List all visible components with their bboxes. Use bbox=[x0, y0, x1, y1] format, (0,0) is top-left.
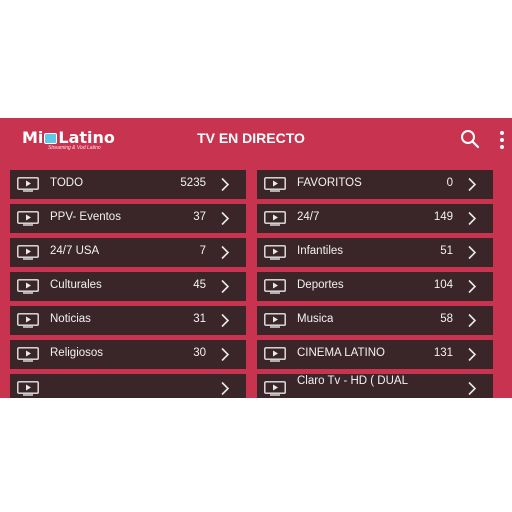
category-row[interactable]: Infantiles 51 bbox=[257, 238, 493, 267]
category-label: 24/7 bbox=[297, 211, 320, 223]
category-label: Noticias bbox=[50, 313, 91, 325]
category-count: 7 bbox=[199, 245, 206, 257]
tv-icon bbox=[17, 347, 39, 362]
category-count: 104 bbox=[433, 279, 453, 291]
top-bar: Mi Latino Streaming & Vod Latino TV EN DI… bbox=[0, 118, 512, 162]
category-label: FAVORITOS bbox=[297, 177, 362, 189]
category-row[interactable]: Religiosos 30 bbox=[10, 340, 246, 369]
tv-icon bbox=[264, 347, 286, 362]
chevron-right-icon bbox=[468, 279, 477, 294]
tv-icon bbox=[264, 177, 286, 192]
chevron-right-icon bbox=[221, 211, 230, 226]
category-label: Infantiles bbox=[297, 245, 344, 257]
category-count: 37 bbox=[193, 211, 206, 223]
tv-icon bbox=[264, 211, 286, 226]
category-row[interactable] bbox=[10, 374, 246, 398]
category-count: 31 bbox=[193, 313, 206, 325]
category-row[interactable]: FAVORITOS 0 bbox=[257, 170, 493, 199]
category-count: 149 bbox=[433, 211, 453, 223]
more-options-button[interactable] bbox=[496, 129, 508, 151]
chevron-right-icon bbox=[221, 347, 230, 362]
tv-icon bbox=[17, 211, 39, 226]
tv-icon bbox=[17, 313, 39, 328]
chevron-right-icon bbox=[221, 177, 230, 192]
category-label: Religiosos bbox=[50, 347, 104, 359]
chevron-right-icon bbox=[468, 381, 477, 396]
chevron-right-icon bbox=[221, 245, 230, 260]
category-row[interactable]: Culturales 45 bbox=[10, 272, 246, 301]
category-row[interactable]: Claro Tv - HD ( DUAL bbox=[257, 374, 493, 398]
category-label: TODO bbox=[50, 177, 84, 189]
tv-icon bbox=[264, 245, 286, 260]
category-label: CINEMA LATINO bbox=[297, 347, 385, 359]
category-row[interactable]: 24/7 USA 7 bbox=[10, 238, 246, 267]
chevron-right-icon bbox=[468, 177, 477, 192]
category-count: 58 bbox=[440, 313, 453, 325]
search-icon bbox=[461, 130, 480, 149]
category-label: Claro Tv - HD ( DUAL bbox=[297, 375, 408, 387]
chevron-right-icon bbox=[221, 279, 230, 294]
category-list-left: TODO 5235 PPV- Eventos 37 24/7 USA 7 Culturale… bbox=[10, 170, 246, 398]
page-title: TV EN DIRECTO bbox=[197, 130, 305, 146]
category-row[interactable]: Noticias 31 bbox=[10, 306, 246, 335]
category-row[interactable]: CINEMA LATINO 131 bbox=[257, 340, 493, 369]
category-label: Culturales bbox=[50, 279, 102, 291]
category-row[interactable]: PPV- Eventos 37 bbox=[10, 204, 246, 233]
tv-icon bbox=[17, 279, 39, 294]
app-screen: Mi Latino Streaming & Vod Latino TV EN DI… bbox=[0, 118, 512, 398]
category-count: 51 bbox=[440, 245, 453, 257]
category-count: 5235 bbox=[180, 177, 206, 189]
category-count: 0 bbox=[446, 177, 453, 189]
category-label: 24/7 USA bbox=[50, 245, 100, 257]
category-row[interactable]: Musica 58 bbox=[257, 306, 493, 335]
category-row[interactable]: Deportes 104 bbox=[257, 272, 493, 301]
tv-icon bbox=[17, 245, 39, 260]
category-list-right: FAVORITOS 0 24/7 149 Infantiles 51 Deportes 104… bbox=[257, 170, 493, 398]
search-button[interactable] bbox=[460, 129, 480, 149]
category-count: 131 bbox=[433, 347, 453, 359]
tv-icon bbox=[17, 381, 39, 396]
category-label: PPV- Eventos bbox=[50, 211, 121, 223]
tv-icon bbox=[264, 381, 286, 396]
tv-icon bbox=[264, 279, 286, 294]
tv-icon bbox=[264, 313, 286, 328]
chevron-right-icon bbox=[221, 313, 230, 328]
chevron-right-icon bbox=[221, 381, 230, 396]
category-row[interactable]: 24/7 149 bbox=[257, 204, 493, 233]
category-label: Deportes bbox=[297, 279, 344, 291]
category-count: 30 bbox=[193, 347, 206, 359]
category-row[interactable]: TODO 5235 bbox=[10, 170, 246, 199]
chevron-right-icon bbox=[468, 313, 477, 328]
category-count: 45 bbox=[193, 279, 206, 291]
chevron-right-icon bbox=[468, 347, 477, 362]
category-label: Musica bbox=[297, 313, 334, 325]
chevron-right-icon bbox=[468, 245, 477, 260]
more-vert-icon bbox=[500, 131, 504, 149]
tv-icon bbox=[17, 177, 39, 192]
chevron-right-icon bbox=[468, 211, 477, 226]
